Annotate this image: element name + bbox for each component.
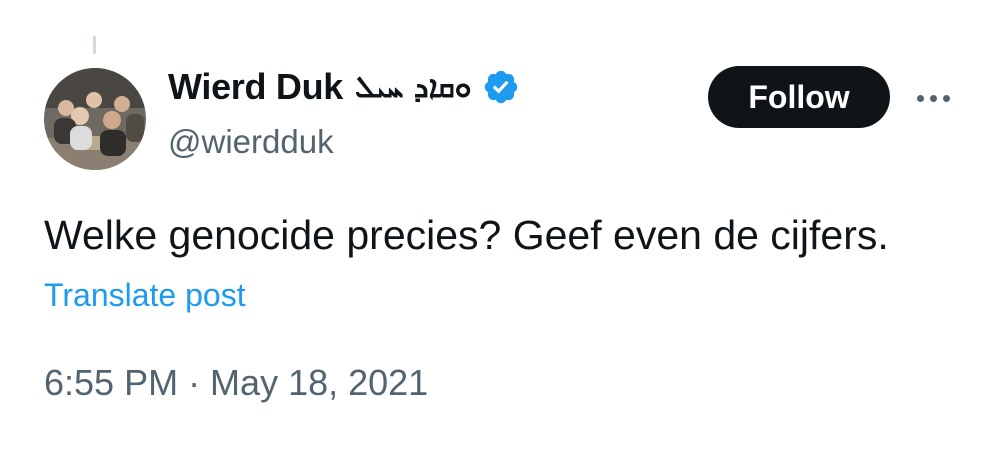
tweet-text: Welke genocide precies? Geef even de cij… [44,212,889,258]
verified-badge-icon[interactable] [482,68,520,106]
translate-post-link[interactable]: Translate post [44,277,246,314]
follow-button[interactable]: Follow [708,66,890,128]
more-dot [942,94,950,102]
author-name-row: Wierd Duk ܘܩܐܕ ܚܝܠ [168,66,520,108]
more-dot [929,94,937,102]
more-dot [916,94,924,102]
author-handle[interactable]: @wierdduk [168,123,334,161]
more-options-icon[interactable] [908,82,958,114]
tweet-timestamp[interactable]: 6:55 PM · May 18, 2021 [44,362,428,404]
avatar[interactable] [44,68,146,170]
author-display-name[interactable]: Wierd Duk [168,66,343,108]
author-name-suffix: ܘܩܐܕ ܚܝܠ [355,69,472,105]
thread-connector-line [93,36,96,54]
